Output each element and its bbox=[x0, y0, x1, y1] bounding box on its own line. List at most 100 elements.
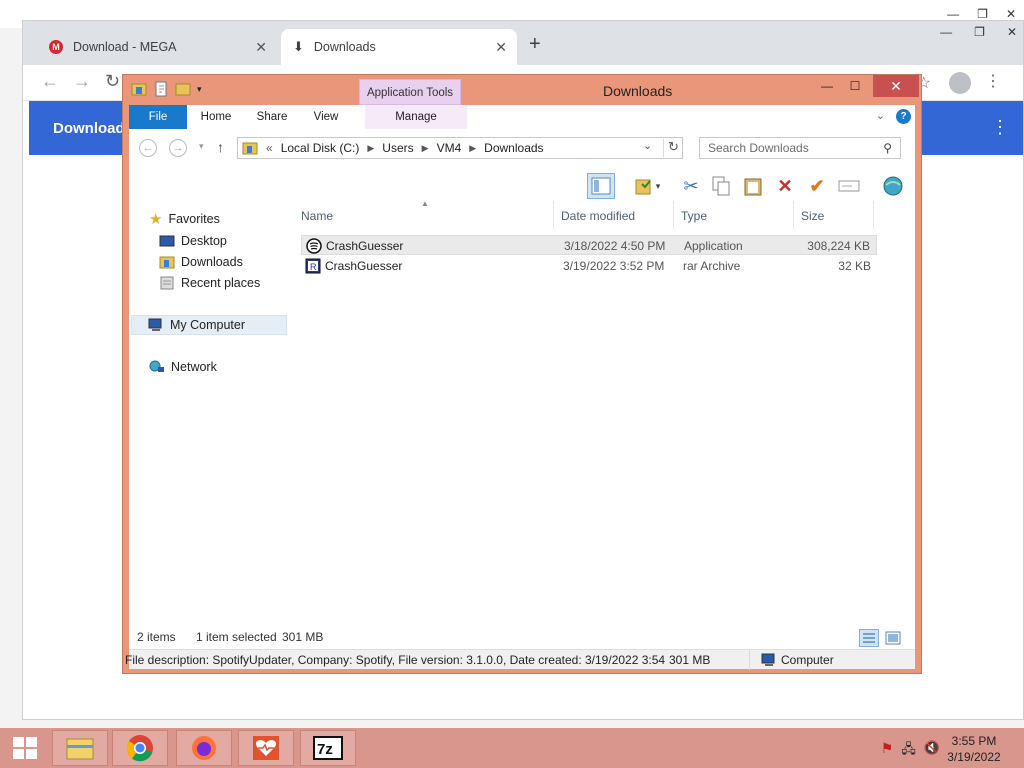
address-dropdown-icon[interactable]: ⌄ bbox=[643, 139, 652, 152]
minimize-button[interactable]: — bbox=[813, 75, 841, 97]
address-overflow[interactable]: « bbox=[266, 141, 273, 155]
address-bar[interactable]: « Local Disk (C:) ▶ Users ▶ VM4 ▶ Downlo… bbox=[237, 137, 683, 159]
column-divider[interactable] bbox=[673, 201, 674, 229]
navigation-pane: ★ Favorites Desktop Downloads Recent pla… bbox=[129, 205, 289, 665]
folder-icon[interactable] bbox=[131, 81, 147, 97]
file-row[interactable]: R CrashGuesser 3/19/2022 3:52 PM rar Arc… bbox=[301, 256, 877, 276]
firefox-taskbar-button[interactable] bbox=[176, 730, 232, 766]
clock-date: 3/19/2022 bbox=[947, 750, 1001, 764]
command-bar: ▾ ✂ ✕ ✔ bbox=[129, 167, 915, 201]
nav-label: My Computer bbox=[170, 318, 246, 332]
column-header-size[interactable]: Size bbox=[801, 209, 824, 223]
preview-pane-icon[interactable] bbox=[587, 173, 615, 199]
nav-item-my-computer[interactable]: My Computer bbox=[131, 315, 287, 335]
more-options-icon[interactable]: ⋮ bbox=[991, 117, 1009, 138]
large-icons-view-icon[interactable] bbox=[883, 629, 903, 647]
expand-ribbon-icon[interactable]: ⌄ bbox=[876, 109, 885, 122]
column-divider[interactable] bbox=[793, 201, 794, 229]
minimize-icon[interactable]: — bbox=[947, 7, 959, 21]
close-icon[interactable]: ✕ bbox=[1007, 25, 1017, 39]
nav-label: Downloads bbox=[181, 255, 243, 269]
up-icon[interactable]: ↑ bbox=[217, 139, 224, 155]
rename-check-icon[interactable]: ✔ bbox=[803, 173, 831, 199]
properties-dropdown-icon[interactable]: ▾ bbox=[627, 173, 667, 199]
column-header-date-modified[interactable]: Date modified bbox=[561, 209, 635, 223]
file-name: CrashGuesser bbox=[325, 259, 403, 273]
column-divider[interactable] bbox=[873, 201, 874, 229]
tab-mega-download[interactable]: M Download - MEGA ✕ bbox=[37, 29, 277, 65]
rename-icon[interactable] bbox=[835, 173, 863, 199]
tab-file[interactable]: File bbox=[129, 105, 187, 129]
7zip-taskbar-button[interactable]: 7z bbox=[300, 730, 356, 766]
maximize-icon[interactable]: ❐ bbox=[974, 25, 985, 39]
windows-start-icon[interactable] bbox=[12, 736, 38, 760]
tab-view[interactable]: View bbox=[303, 105, 349, 129]
action-center-flag-icon[interactable]: ⚑ bbox=[881, 740, 894, 762]
network-status-icon[interactable]: 🖧 bbox=[901, 740, 916, 762]
nav-item-recent-places[interactable]: Recent places bbox=[159, 273, 260, 293]
chevron-right-icon[interactable]: ▶ bbox=[469, 143, 476, 154]
chrome-taskbar-button[interactable] bbox=[112, 730, 168, 766]
nav-item-downloads[interactable]: Downloads bbox=[159, 252, 243, 272]
minimize-icon[interactable]: — bbox=[940, 25, 952, 39]
nav-label: Desktop bbox=[181, 234, 227, 248]
back-icon[interactable]: ← bbox=[139, 139, 157, 157]
column-header-name[interactable]: Name bbox=[301, 209, 333, 223]
svg-text:7z: 7z bbox=[317, 741, 333, 758]
search-icon[interactable]: ⚲ bbox=[883, 141, 892, 155]
tab-share[interactable]: Share bbox=[249, 105, 295, 129]
file-explorer-icon bbox=[66, 738, 94, 760]
forward-icon[interactable]: → bbox=[73, 71, 91, 92]
ribbon-tabs: File Home Share View Manage ⌄ ? bbox=[129, 105, 915, 129]
delete-icon[interactable]: ✕ bbox=[771, 173, 799, 199]
column-header-type[interactable]: Type bbox=[681, 209, 707, 223]
tab-home[interactable]: Home bbox=[187, 105, 245, 129]
details-view-icon[interactable] bbox=[859, 629, 879, 647]
paste-icon[interactable] bbox=[739, 173, 767, 199]
close-icon[interactable]: ✕ bbox=[1006, 7, 1016, 21]
address-segment-users[interactable]: Users bbox=[382, 141, 413, 155]
tab-downloads[interactable]: ⬇ Downloads ✕ bbox=[281, 29, 517, 65]
health-app-taskbar-button[interactable] bbox=[238, 730, 294, 766]
customize-quick-access-icon[interactable]: ▾ bbox=[197, 84, 202, 95]
chevron-right-icon[interactable]: ▶ bbox=[367, 143, 374, 154]
reload-icon[interactable]: ↻ bbox=[105, 71, 120, 92]
address-segment-vm4[interactable]: VM4 bbox=[437, 141, 462, 155]
refresh-icon[interactable]: ↻ bbox=[663, 139, 683, 157]
properties-icon[interactable] bbox=[153, 81, 169, 97]
maximize-button[interactable]: ☐ bbox=[841, 75, 869, 97]
taskbar-clock[interactable]: 3:55 PM 3/19/2022 bbox=[944, 733, 1004, 765]
file-explorer-taskbar-button[interactable] bbox=[52, 730, 108, 766]
address-segment-downloads[interactable]: Downloads bbox=[484, 141, 543, 155]
restore-icon[interactable]: ❐ bbox=[977, 7, 988, 21]
copy-icon[interactable] bbox=[707, 173, 735, 199]
volume-muted-icon[interactable]: 🔇 bbox=[924, 740, 940, 762]
recent-places-icon bbox=[160, 276, 174, 290]
nav-item-network[interactable]: Network bbox=[149, 357, 217, 377]
file-size: 32 KB bbox=[838, 259, 871, 273]
recent-locations-icon[interactable]: ▾ bbox=[199, 141, 204, 152]
close-button[interactable]: ✕ bbox=[873, 75, 919, 97]
search-input[interactable]: Search Downloads ⚲ bbox=[699, 137, 901, 159]
new-tab-button[interactable]: + bbox=[529, 33, 541, 56]
address-segment-local-disk[interactable]: Local Disk (C:) bbox=[281, 141, 360, 155]
column-divider[interactable] bbox=[553, 201, 554, 229]
close-tab-icon[interactable]: ✕ bbox=[495, 39, 507, 56]
chevron-right-icon[interactable]: ▶ bbox=[422, 143, 429, 154]
help-icon[interactable]: ? bbox=[896, 109, 911, 124]
close-tab-icon[interactable]: ✕ bbox=[255, 39, 267, 56]
forward-icon[interactable]: → bbox=[169, 139, 187, 157]
back-icon[interactable]: ← bbox=[41, 71, 59, 92]
tab-manage[interactable]: Manage bbox=[365, 105, 467, 129]
tab-label: Download - MEGA bbox=[73, 40, 177, 54]
cut-icon[interactable]: ✂ bbox=[677, 173, 705, 199]
file-row[interactable]: CrashGuesser 3/18/2022 4:50 PM Applicati… bbox=[301, 235, 877, 255]
nav-item-desktop[interactable]: Desktop bbox=[159, 231, 227, 251]
nav-item-favorites[interactable]: ★ Favorites bbox=[149, 209, 220, 229]
profile-avatar[interactable] bbox=[949, 72, 971, 94]
selection-size: 301 MB bbox=[282, 630, 324, 644]
globe-icon[interactable] bbox=[879, 173, 907, 199]
file-type: rar Archive bbox=[683, 259, 741, 273]
new-folder-icon[interactable] bbox=[175, 81, 191, 97]
chrome-menu-icon[interactable]: ⋮ bbox=[985, 71, 1001, 91]
